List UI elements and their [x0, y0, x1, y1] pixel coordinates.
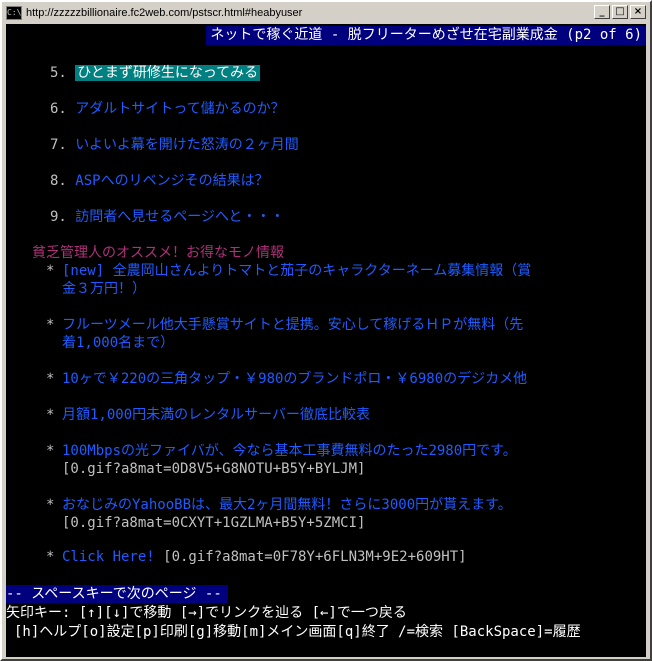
menu-item[interactable]: 8. ASPへのリベンジその結果は？ — [50, 172, 269, 190]
tracking-image-alt: [0.gif?a8mat=0CXYT+1GZLMA+B5Y+5ZMCI] — [62, 515, 366, 531]
terminal-area: ネットで稼ぐ近道 - 脱フリーターめざせ在宅副業成金 (p2 of 6) 5. … — [6, 24, 646, 657]
menu-item-link[interactable]: アダルトサイトって儲かるのか？ — [75, 101, 284, 117]
list-item-line: 100Mbpsの光ファイバが、今なら基本工事費無料のたった2980円です。 — [62, 443, 517, 459]
maximize-button[interactable]: □ — [612, 5, 628, 19]
list-item-link[interactable]: Click Here! [0.gif?a8mat=0F78Y+6FLN3M+9E… — [62, 548, 606, 566]
menu-item-number: 8. — [50, 173, 67, 189]
menu-item-link-selected[interactable]: ひとまず研修生になってみる — [75, 65, 261, 81]
bullet-star: * — [46, 263, 55, 279]
bullet-star: * — [46, 317, 55, 333]
close-button[interactable]: × — [630, 5, 646, 19]
menu-item[interactable]: 5. ひとまず研修生になってみる — [50, 64, 261, 82]
menu-item-number: 5. — [50, 65, 67, 81]
list-item[interactable]: * Click Here! [0.gif?a8mat=0F78Y+6FLN3M+… — [46, 548, 606, 566]
bullet-star: * — [46, 443, 55, 459]
list-item-line: 金３万円！） — [62, 281, 146, 297]
section-title: 貧乏管理人のオススメ！お得なモノ情報 — [32, 245, 284, 261]
bullet-star: * — [46, 371, 55, 387]
bullet-star: * — [46, 407, 55, 423]
list-item-link[interactable]: フルーツメール他大手懸賞サイトと提携。安心して稼げるＨＰが無料（先 着1,000… — [62, 316, 606, 352]
tracking-image-alt: [0.gif?a8mat=0D8V5+G8NOTU+B5Y+BYLJM] — [62, 461, 366, 477]
menu-item-number: 9. — [50, 209, 67, 225]
browser-window: C:\ http://zzzzzbillionaire.fc2web.com/p… — [0, 0, 652, 661]
window-title: http://zzzzzbillionaire.fc2web.com/pstsc… — [26, 7, 303, 19]
bullet-star: * — [46, 549, 55, 565]
next-page-prompt: -- スペースキーで次のページ -- — [6, 585, 228, 603]
console-app-icon: C:\ — [6, 6, 22, 20]
list-item[interactable]: * フルーツメール他大手懸賞サイトと提携。安心して稼げるＨＰが無料（先 着1,0… — [46, 316, 606, 352]
menu-item-number: 7. — [50, 137, 67, 153]
list-item-line: 10ヶで￥220の三角タップ・￥980のブランドポロ・￥6980のデジカメ他 — [62, 371, 528, 387]
list-item-link[interactable]: 月額1,000円未満のレンタルサーバー徹底比較表 — [62, 406, 606, 424]
list-item-line: 着1,000名まで） — [62, 335, 175, 351]
list-item-link[interactable]: 10ヶで￥220の三角タップ・￥980のブランドポロ・￥6980のデジカメ他 — [62, 370, 606, 388]
list-item-line: おなじみのYahooBBは、最大2ヶ月間無料！さらに3000円が貰えます。 — [62, 497, 512, 513]
key-help-line-2: [h]ヘルプ[o]設定[p]印刷[g]移動[m]メイン画面[q]終了 /=検索 … — [14, 624, 581, 640]
menu-item-link[interactable]: ASPへのリベンジその結果は？ — [75, 173, 268, 189]
list-item-line: [new] 全農岡山さんよりトマトと茄子のキャラクターネーム募集情報（賞 — [62, 263, 532, 279]
menu-item-number: 6. — [50, 101, 67, 117]
list-item-link[interactable]: おなじみのYahooBBは、最大2ヶ月間無料！さらに3000円が貰えます。 [0… — [62, 496, 606, 532]
list-item[interactable]: * おなじみのYahooBBは、最大2ヶ月間無料！さらに3000円が貰えます。 … — [46, 496, 606, 532]
menu-item[interactable]: 7. いよいよ幕を開けた怒涛の２ヶ月間 — [50, 136, 299, 154]
click-here-link[interactable]: Click Here! — [62, 549, 155, 565]
list-item-link[interactable]: [new] 全農岡山さんよりトマトと茄子のキャラクターネーム募集情報（賞 金３万… — [62, 262, 606, 298]
list-item-link[interactable]: 100Mbpsの光ファイバが、今なら基本工事費無料のたった2980円です。 [0… — [62, 442, 606, 478]
bullet-star: * — [46, 497, 55, 513]
list-item-line: フルーツメール他大手懸賞サイトと提携。安心して稼げるＨＰが無料（先 — [62, 317, 524, 333]
title-bar[interactable]: C:\ http://zzzzzbillionaire.fc2web.com/p… — [4, 4, 648, 22]
list-item[interactable]: * [new] 全農岡山さんよりトマトと茄子のキャラクターネーム募集情報（賞 金… — [46, 262, 606, 298]
page-header: ネットで稼ぐ近道 - 脱フリーターめざせ在宅副業成金 (p2 of 6) — [206, 26, 646, 45]
key-help-line-1: 矢印キー: [↑][↓]で移動 [→]でリンクを辿る [←]で一つ戻る — [6, 605, 407, 621]
list-item[interactable]: * 10ヶで￥220の三角タップ・￥980のブランドポロ・￥6980のデジカメ他 — [46, 370, 606, 388]
list-item[interactable]: * 100Mbpsの光ファイバが、今なら基本工事費無料のたった2980円です。 … — [46, 442, 606, 478]
menu-item[interactable]: 9. 訪問者へ見せるページへと・・・ — [50, 208, 284, 226]
window-controls: _ □ × — [594, 5, 646, 19]
list-item-line: 月額1,000円未満のレンタルサーバー徹底比較表 — [62, 407, 371, 423]
menu-item-link[interactable]: 訪問者へ見せるページへと・・・ — [75, 209, 284, 225]
minimize-button[interactable]: _ — [594, 5, 610, 19]
tracking-image-alt: [0.gif?a8mat=0F78Y+6FLN3M+9E2+609HT] — [154, 549, 467, 565]
menu-item-link[interactable]: いよいよ幕を開けた怒涛の２ヶ月間 — [75, 137, 298, 153]
list-item[interactable]: * 月額1,000円未満のレンタルサーバー徹底比較表 — [46, 406, 606, 424]
menu-item[interactable]: 6. アダルトサイトって儲かるのか？ — [50, 100, 285, 118]
